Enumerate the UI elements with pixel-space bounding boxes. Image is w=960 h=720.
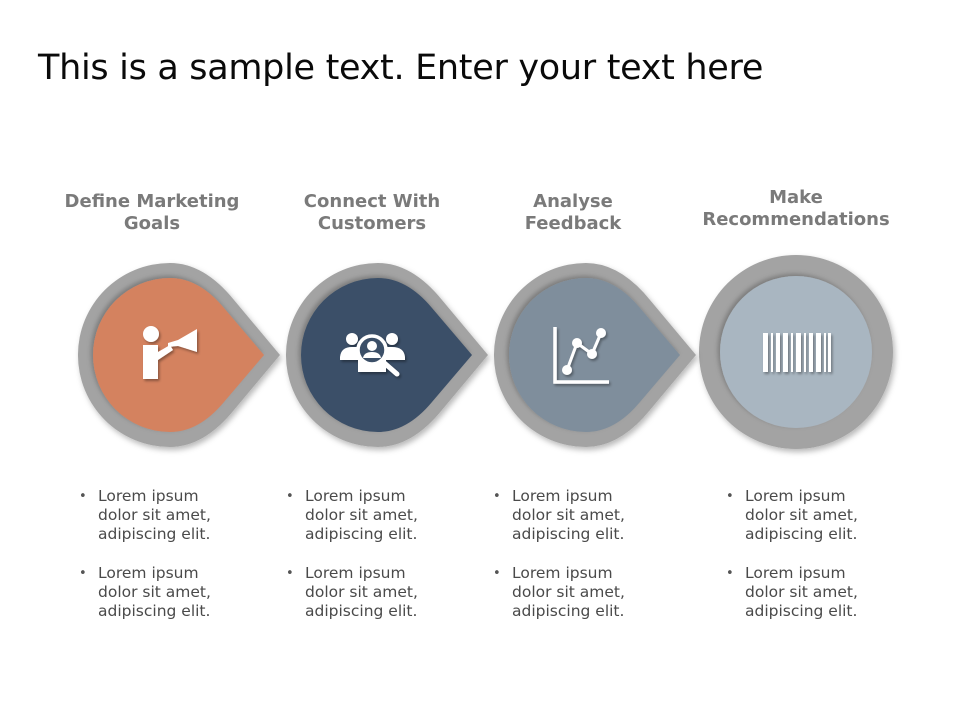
bullet-line: Lorem ipsum [745,564,846,582]
bullet-line: adipiscing elit. [98,525,211,543]
bullet-dot: • [493,566,501,581]
bullet-line: dolor sit amet, [305,583,418,601]
bullet-line: Lorem ipsum [98,487,199,505]
bullet-line: dolor sit amet, [98,506,211,524]
bullet-dot: • [79,489,87,504]
bullet-line: adipiscing elit. [512,525,625,543]
bullet-dot: • [286,566,294,581]
step-2-bullets: • Lorem ipsum dolor sit amet, adipiscing… [286,487,456,641]
step-1-drop [77,263,280,447]
bullet-line: adipiscing elit. [745,602,858,620]
step-1-bullets: • Lorem ipsum dolor sit amet, adipiscing… [79,487,249,641]
step-1-fill [93,278,264,432]
bullet-line: Lorem ipsum [745,487,846,505]
bullet-line: dolor sit amet, [98,583,211,601]
bullet-dot: • [493,489,501,504]
bullet-line: Lorem ipsum [98,564,199,582]
bullet-line: dolor sit amet, [512,506,625,524]
bullet-line: Lorem ipsum [512,487,613,505]
bullet-item: • Lorem ipsum dolor sit amet, adipiscing… [286,564,456,621]
bullet-item: • Lorem ipsum dolor sit amet, adipiscing… [493,487,663,544]
bullet-item: • Lorem ipsum dolor sit amet, adipiscing… [726,564,896,621]
bullet-line: Lorem ipsum [305,487,406,505]
bullet-dot: • [726,566,734,581]
bullet-line: dolor sit amet, [745,583,858,601]
bullet-item: • Lorem ipsum dolor sit amet, adipiscing… [286,487,456,544]
bullet-item: • Lorem ipsum dolor sit amet, adipiscing… [726,487,896,544]
bullet-item: • Lorem ipsum dolor sit amet, adipiscing… [493,564,663,621]
step-3-bullets: • Lorem ipsum dolor sit amet, adipiscing… [493,487,663,641]
bullet-line: adipiscing elit. [305,602,418,620]
bullet-line: dolor sit amet, [305,506,418,524]
bullet-line: dolor sit amet, [745,506,858,524]
bullet-line: Lorem ipsum [305,564,406,582]
bullet-line: Lorem ipsum [512,564,613,582]
bullet-line: adipiscing elit. [745,525,858,543]
bullet-line: adipiscing elit. [98,602,211,620]
bullet-item: • Lorem ipsum dolor sit amet, adipiscing… [79,487,249,544]
bullet-dot: • [286,489,294,504]
bullet-dot: • [79,566,87,581]
bullet-line: adipiscing elit. [512,602,625,620]
bullet-dot: • [726,489,734,504]
bullet-line: adipiscing elit. [305,525,418,543]
bullet-line: dolor sit amet, [512,583,625,601]
step-4-bullets: • Lorem ipsum dolor sit amet, adipiscing… [726,487,896,641]
bullet-item: • Lorem ipsum dolor sit amet, adipiscing… [79,564,249,621]
